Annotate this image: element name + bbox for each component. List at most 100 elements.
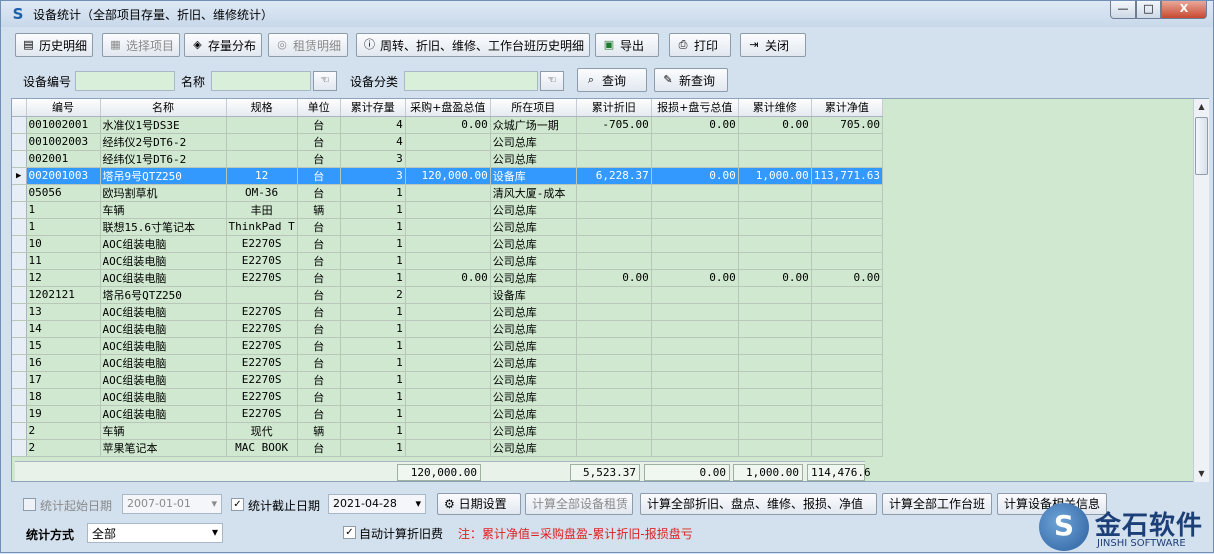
table-row[interactable]: 1 联想15.6寸笔记本 ThinkPad T 台 1 公司总库 (12, 218, 883, 236)
table-cell[interactable] (738, 252, 812, 270)
calc-rent-button[interactable]: 计算全部设备租赁 (525, 493, 633, 515)
table-cell[interactable] (651, 422, 739, 440)
table-row[interactable]: ▶ 002001003 塔吊9号QTZ250 12 台 3 120,000.00 设备库 6,2… (12, 167, 883, 185)
table-cell[interactable]: 丰田 (226, 201, 298, 219)
table-cell[interactable] (651, 303, 739, 321)
table-cell[interactable]: 18 (26, 388, 101, 406)
table-row[interactable]: 1 车辆 丰田辆 1 公司总库 (12, 201, 883, 219)
table-cell[interactable]: 113,771.63 (811, 167, 883, 185)
end-date-field[interactable]: 2021-04-28 ▾ (328, 494, 426, 514)
table-cell[interactable]: E2270S (226, 354, 298, 372)
table-cell[interactable]: E2270S (226, 303, 298, 321)
table-cell[interactable] (405, 218, 491, 236)
table-cell[interactable]: 0.00 (651, 269, 739, 287)
table-cell[interactable]: 台 (297, 405, 341, 423)
table-cell[interactable]: 1 (26, 218, 101, 236)
scroll-thumb[interactable] (1195, 117, 1208, 175)
table-cell[interactable]: 2 (340, 286, 406, 304)
row-indicator[interactable] (12, 184, 27, 202)
row-indicator[interactable] (12, 337, 27, 355)
table-cell[interactable]: E2270S (226, 405, 298, 423)
table-cell[interactable]: 1 (340, 218, 406, 236)
table-cell[interactable]: 4 (340, 116, 406, 134)
table-cell[interactable] (651, 150, 739, 168)
row-indicator[interactable] (12, 201, 27, 219)
table-cell[interactable] (738, 337, 812, 355)
scroll-down-icon[interactable]: ▼ (1194, 466, 1209, 482)
table-cell[interactable] (811, 252, 883, 270)
table-row[interactable]: 001002001 水准仪1号DS3E 台 4 0.00 众城广场一期 -705.00 0.0… (12, 116, 883, 134)
calendar-icon[interactable]: ▾ (211, 497, 217, 510)
table-cell[interactable]: 0.00 (738, 116, 812, 134)
table-cell[interactable] (651, 201, 739, 219)
table-cell[interactable] (811, 337, 883, 355)
table-cell[interactable] (405, 201, 491, 219)
table-cell[interactable]: 车辆 (100, 201, 227, 219)
table-cell[interactable]: E2270S (226, 371, 298, 389)
column-header[interactable]: 编号 (26, 99, 101, 117)
table-cell[interactable]: 设备库 (490, 286, 577, 304)
table-cell[interactable]: 001002003 (26, 133, 101, 151)
row-indicator[interactable] (12, 354, 27, 372)
select-project-button[interactable]: ▦ 选择项目 (102, 33, 180, 57)
name-picker-button[interactable]: ☜ (313, 71, 337, 91)
column-header[interactable]: 采购+盘盈总值 (405, 99, 491, 117)
table-cell[interactable]: 4 (340, 133, 406, 151)
table-cell[interactable]: 塔吊6号QTZ250 (100, 286, 227, 304)
table-cell[interactable]: 清风大厦-成本 (490, 184, 577, 202)
table-cell[interactable]: 1,000.00 (738, 167, 812, 185)
turnover-history-button[interactable]: ⓘ 周转、折旧、维修、工作台班历史明细 (356, 33, 590, 57)
table-cell[interactable] (405, 133, 491, 151)
table-cell[interactable]: 台 (297, 218, 341, 236)
table-cell[interactable]: 众城广场一期 (490, 116, 577, 134)
table-cell[interactable] (405, 303, 491, 321)
table-cell[interactable]: 17 (26, 371, 101, 389)
column-header[interactable]: 报损+盘亏总值 (651, 99, 739, 117)
table-cell[interactable]: 2 (26, 422, 101, 440)
table-cell[interactable]: AOC组装电脑 (100, 354, 227, 372)
table-cell[interactable]: 现代 (226, 422, 298, 440)
table-cell[interactable] (405, 320, 491, 338)
close-window-button[interactable]: X (1161, 1, 1207, 19)
table-cell[interactable] (576, 252, 652, 270)
table-cell[interactable]: AOC组装电脑 (100, 388, 227, 406)
table-cell[interactable]: 6,228.37 (576, 167, 652, 185)
table-cell[interactable]: 辆 (297, 201, 341, 219)
column-header[interactable]: 累计折旧 (576, 99, 652, 117)
table-cell[interactable] (738, 439, 812, 457)
table-cell[interactable]: 0.00 (738, 269, 812, 287)
table-cell[interactable]: 公司总库 (490, 218, 577, 236)
auto-calc-checkbox[interactable]: ✓ (343, 526, 356, 539)
table-cell[interactable]: 16 (26, 354, 101, 372)
column-header[interactable]: 单位 (297, 99, 341, 117)
table-cell[interactable]: 1 (340, 269, 406, 287)
table-cell[interactable] (651, 184, 739, 202)
table-cell[interactable]: 120,000.00 (405, 167, 491, 185)
maximize-button[interactable]: □ (1136, 1, 1161, 19)
table-cell[interactable]: 14 (26, 320, 101, 338)
table-cell[interactable] (651, 388, 739, 406)
row-indicator[interactable] (12, 133, 27, 151)
table-cell[interactable] (738, 184, 812, 202)
table-cell[interactable] (405, 354, 491, 372)
table-cell[interactable] (738, 405, 812, 423)
table-cell[interactable]: 公司总库 (490, 422, 577, 440)
table-cell[interactable]: 1 (26, 201, 101, 219)
table-cell[interactable] (738, 235, 812, 253)
table-cell[interactable]: AOC组装电脑 (100, 235, 227, 253)
table-cell[interactable]: 1 (340, 184, 406, 202)
table-cell[interactable]: 0.00 (576, 269, 652, 287)
table-cell[interactable]: 台 (297, 252, 341, 270)
calc-shift-button[interactable]: 计算全部工作台班 (882, 493, 992, 515)
table-cell[interactable]: -705.00 (576, 116, 652, 134)
table-cell[interactable]: 1 (340, 320, 406, 338)
table-cell[interactable]: 公司总库 (490, 371, 577, 389)
table-cell[interactable]: ThinkPad T (226, 218, 298, 236)
start-date-checkbox[interactable] (23, 498, 36, 511)
table-cell[interactable] (651, 218, 739, 236)
row-indicator[interactable] (12, 252, 27, 270)
table-cell[interactable] (405, 150, 491, 168)
table-cell[interactable]: E2270S (226, 337, 298, 355)
table-cell[interactable] (811, 405, 883, 423)
calendar-icon[interactable]: ▾ (415, 497, 421, 510)
